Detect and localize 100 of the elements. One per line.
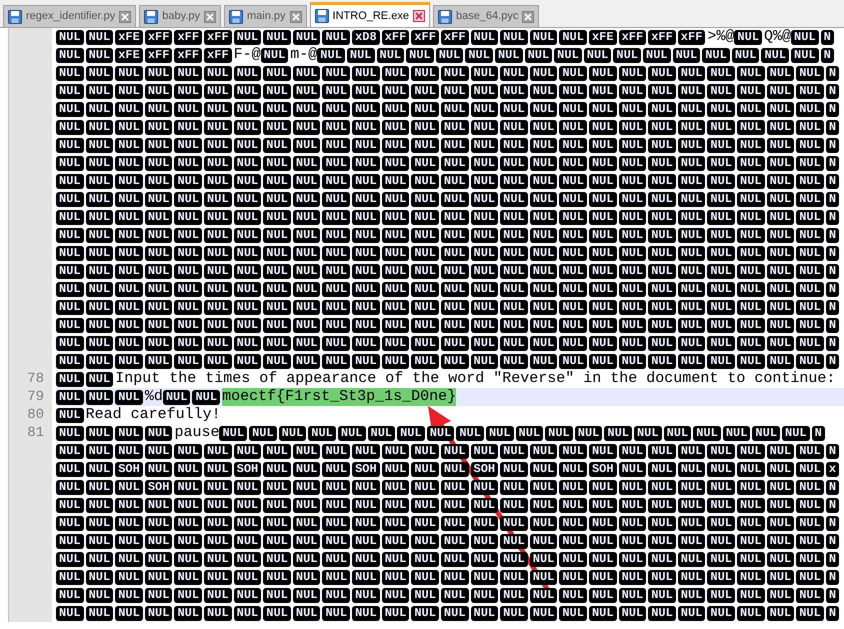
control-char-badge: xFF xyxy=(144,48,172,62)
control-char-badge: NUL xyxy=(411,444,439,458)
control-char-badge: NUL xyxy=(144,444,172,458)
control-char-badge: xD8 xyxy=(352,30,380,44)
control-char-badge: NUL xyxy=(204,282,232,296)
control-char-badge: NUL xyxy=(707,192,736,206)
control-char-badge: NUL xyxy=(115,390,143,404)
close-icon[interactable] xyxy=(522,10,534,22)
control-char-badge: NUL xyxy=(411,498,439,512)
control-char-badge: NUL xyxy=(382,102,410,116)
control-char-badge: NUL xyxy=(796,138,824,152)
control-char-badge: NUL xyxy=(648,102,676,116)
control-char-badge: NUL xyxy=(56,120,84,134)
control-char-badge: N xyxy=(826,498,840,512)
control-char-badge: NUL xyxy=(115,138,143,152)
control-char-badge: NUL xyxy=(234,570,262,584)
control-char-badge: NUL xyxy=(174,336,202,350)
control-char-badge: NUL xyxy=(115,444,143,458)
control-char-badge: NUL xyxy=(618,174,646,188)
control-char-badge: NUL xyxy=(292,246,320,260)
control-char-badge: NUL xyxy=(707,300,736,314)
control-char-badge: NUL xyxy=(678,174,706,188)
control-char-badge: NUL xyxy=(559,300,587,314)
control-char-badge: NUL xyxy=(204,444,232,458)
control-char-badge: NUL xyxy=(470,534,498,548)
control-char-badge: NUL xyxy=(737,300,765,314)
control-char-badge: NUL xyxy=(382,444,410,458)
control-char-badge: NUL xyxy=(559,228,587,242)
control-char-badge: NUL xyxy=(86,516,114,530)
control-char-badge: NUL xyxy=(618,516,646,530)
control-char-badge: NUL xyxy=(115,570,143,584)
file-tab[interactable]: base_64.pyc xyxy=(432,5,540,27)
control-char-badge: NUL xyxy=(678,210,706,224)
control-char-badge: NUL xyxy=(292,156,320,170)
control-char-badge: NUL xyxy=(500,138,528,152)
control-char-badge: NUL xyxy=(530,246,558,260)
control-char-badge: NUL xyxy=(86,336,114,350)
tab-label: INTRO_RE.exe xyxy=(332,8,409,24)
control-char-badge: NUL xyxy=(56,282,84,296)
control-char-badge: NUL xyxy=(352,480,380,494)
control-char-badge: NUL xyxy=(382,336,410,350)
control-char-badge: NUL xyxy=(56,390,84,404)
control-char-badge: NUL xyxy=(292,102,320,116)
control-char-badge: NUL xyxy=(559,498,587,512)
control-char-badge: NUL xyxy=(791,30,819,44)
control-char-badge: NUL xyxy=(470,192,498,206)
close-icon[interactable] xyxy=(412,10,425,22)
control-char-badge: NUL xyxy=(796,264,824,278)
control-char-badge: NUL xyxy=(440,192,469,206)
control-char-badge: NUL xyxy=(796,84,824,98)
control-char-badge: NUL xyxy=(737,318,765,332)
control-char-badge: NUL xyxy=(174,156,202,170)
control-char-badge: N xyxy=(826,192,840,206)
file-tab[interactable]: main.py xyxy=(224,5,307,27)
control-char-badge: NUL xyxy=(737,210,765,224)
control-char-badge: NUL xyxy=(292,264,320,278)
control-char-badge: NUL xyxy=(737,102,765,116)
control-char-badge: NUL xyxy=(174,318,202,332)
control-char-badge: NUL xyxy=(263,606,291,620)
control-char-badge: NUL xyxy=(766,516,794,530)
control-char-badge: NUL xyxy=(500,66,528,80)
control-char-badge: NUL xyxy=(613,48,641,62)
control-char-badge: NUL xyxy=(530,318,558,332)
file-tab[interactable]: INTRO_RE.exe xyxy=(310,2,430,27)
control-char-badge: NUL xyxy=(707,480,736,494)
close-icon[interactable] xyxy=(204,10,216,22)
control-char-badge: NUL xyxy=(440,534,469,548)
control-char-badge: NUL xyxy=(500,318,528,332)
control-char-badge: NUL xyxy=(440,66,469,80)
file-tab[interactable]: regex_identifier.py xyxy=(3,5,136,27)
close-icon[interactable] xyxy=(119,10,132,22)
file-tab[interactable]: baby.py xyxy=(139,5,221,27)
control-char-badge: NUL xyxy=(382,480,410,494)
control-char-badge: NUL xyxy=(530,588,558,602)
control-char-badge: NUL xyxy=(174,66,202,80)
control-char-badge: NUL xyxy=(559,336,587,350)
control-char-badge: SOH xyxy=(352,462,380,476)
control-char-badge: NUL xyxy=(174,516,202,530)
control-char-badge: NUL xyxy=(174,192,202,206)
control-char-badge: NUL xyxy=(382,606,410,620)
control-char-badge: NUL xyxy=(500,282,528,296)
control-char-badge: NUL xyxy=(322,84,350,98)
control-char-badge: NUL xyxy=(470,30,498,44)
control-char-badge: NUL xyxy=(144,138,172,152)
control-char-badge: NUL xyxy=(707,84,736,98)
control-char-badge: NUL xyxy=(559,552,587,566)
control-char-badge: NUL xyxy=(766,282,794,296)
control-char-badge: NUL xyxy=(648,246,676,260)
control-char-badge: NUL xyxy=(322,30,350,44)
control-char-badge: NUL xyxy=(56,354,84,368)
control-char-badge: NUL xyxy=(322,516,350,530)
control-char-badge: NUL xyxy=(174,480,202,494)
control-char-badge: NUL xyxy=(796,552,824,566)
control-char-badge: NUL xyxy=(470,246,498,260)
control-char-badge: NUL xyxy=(634,426,662,440)
control-char-badge: NUL xyxy=(352,192,380,206)
close-icon[interactable] xyxy=(290,10,302,22)
control-char-badge: NUL xyxy=(56,30,84,44)
control-char-badge: NUL xyxy=(263,300,291,314)
control-char-badge: NUL xyxy=(144,534,172,548)
